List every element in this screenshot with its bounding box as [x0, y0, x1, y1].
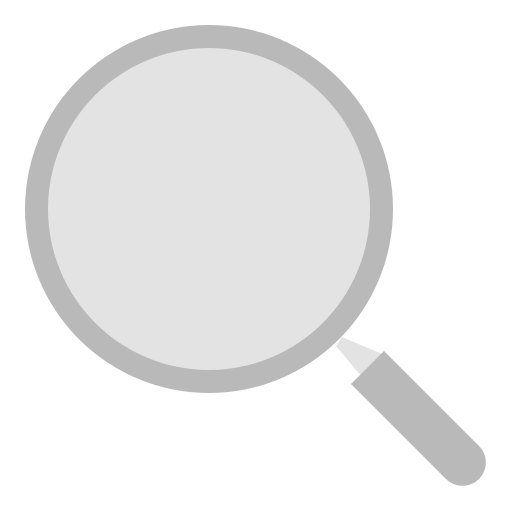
search-icon: [25, 25, 486, 486]
icon-canvas: [0, 0, 512, 512]
lens-glass: [48, 48, 370, 370]
handle: [351, 351, 486, 486]
